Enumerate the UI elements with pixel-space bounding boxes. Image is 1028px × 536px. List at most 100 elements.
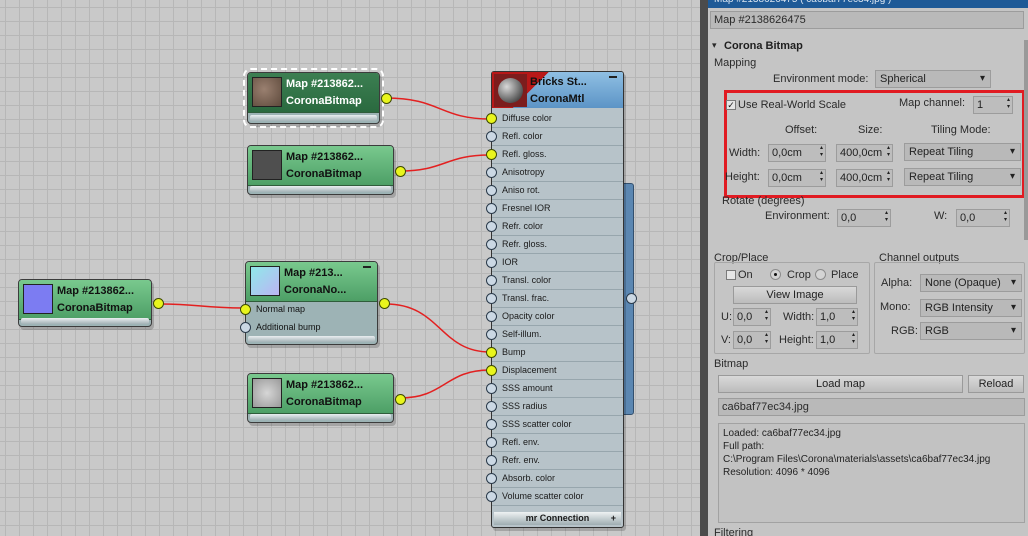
map-channel-label: Map channel:	[899, 97, 966, 109]
material-slot-socket[interactable]	[486, 383, 497, 394]
node-title: Map #213862...	[286, 78, 364, 90]
material-slot-socket[interactable]	[486, 239, 497, 250]
material-slot-row[interactable]: IOR	[486, 254, 623, 272]
height-size-spinner[interactable]: 400,0cm	[836, 169, 893, 187]
bitmap-node-diffuse[interactable]: Map #213862... CoronaBitmap	[243, 68, 392, 128]
input-socket-additional-bump[interactable]	[240, 322, 251, 333]
material-slot-socket[interactable]	[486, 149, 497, 160]
material-slot-row[interactable]: Refr. color	[486, 218, 623, 236]
material-slot-row[interactable]: Volume scatter color	[486, 488, 623, 506]
material-slot-row[interactable]: Transl. color	[486, 272, 623, 290]
material-slot-row[interactable]: Fresnel IOR	[486, 200, 623, 218]
mono-dropdown[interactable]: RGB Intensity	[920, 299, 1022, 317]
map-name-field[interactable]: Map #2138626475	[710, 11, 1024, 29]
output-socket[interactable]	[381, 93, 392, 104]
material-slot-socket[interactable]	[486, 437, 497, 448]
panel-divider[interactable]	[700, 0, 708, 536]
crop-height-spinner[interactable]: 1,0	[816, 331, 858, 349]
material-slot-row[interactable]: Bump	[486, 344, 623, 362]
bitmap-node-gloss[interactable]: Map #213862... CoronaBitmap	[247, 145, 406, 195]
material-slot-row[interactable]: Refl. gloss.	[486, 146, 623, 164]
material-slot-row[interactable]: Refr. gloss.	[486, 236, 623, 254]
rollout-title[interactable]: Corona Bitmap	[724, 40, 803, 52]
material-slot-socket[interactable]	[486, 347, 497, 358]
material-slot-socket[interactable]	[486, 131, 497, 142]
material-slot-row[interactable]: Refl. color	[486, 128, 623, 146]
corona-normal-node[interactable]: Map #213... CoronaNo... Normal map Addit…	[240, 261, 390, 345]
material-slot-row[interactable]: Transl. frac.	[486, 290, 623, 308]
height-offset-spinner[interactable]: 0,0cm	[768, 169, 826, 187]
material-slot-row[interactable]: Anisotropy	[486, 164, 623, 182]
environment-mode-dropdown[interactable]: Spherical	[875, 70, 991, 88]
material-slot-row[interactable]: SSS scatter color	[486, 416, 623, 434]
material-slot-socket[interactable]	[486, 257, 497, 268]
rollout-toggle-icon[interactable]: ▾	[712, 40, 717, 51]
expand-plus-icon[interactable]: +	[611, 512, 616, 525]
v-spinner[interactable]: 0,0	[733, 331, 771, 349]
output-socket[interactable]	[379, 298, 390, 309]
material-slot-row[interactable]: SSS amount	[486, 380, 623, 398]
output-socket[interactable]	[153, 298, 164, 309]
alpha-dropdown[interactable]: None (Opaque)	[920, 274, 1022, 292]
material-slot-socket[interactable]	[486, 419, 497, 430]
u-spinner[interactable]: 0,0	[733, 308, 771, 326]
reload-button[interactable]: Reload	[968, 375, 1024, 393]
material-slot-socket[interactable]	[486, 275, 497, 286]
width-offset-spinner[interactable]: 0,0cm	[768, 144, 826, 162]
material-slot-socket[interactable]	[486, 365, 497, 376]
material-slot-socket[interactable]	[486, 329, 497, 340]
output-socket[interactable]	[395, 394, 406, 405]
rgb-dropdown[interactable]: RGB	[920, 322, 1022, 340]
material-slot-socket[interactable]	[486, 113, 497, 124]
material-slot-row[interactable]: Opacity color	[486, 308, 623, 326]
bitmap-node-normal-source[interactable]: Map #213862... CoronaBitmap	[18, 279, 164, 327]
node-editor-canvas[interactable]: Map #213862... CoronaBitmap Map #213862.…	[0, 0, 700, 536]
material-slot-label: Refr. gloss.	[502, 239, 548, 249]
corona-material-node[interactable]: Bricks St... CoronaMtl Diffuse color Refl…	[486, 71, 624, 528]
bitmap-filename-field[interactable]: ca6baf77ec34.jpg	[718, 398, 1025, 416]
panel-scrollbar[interactable]	[1024, 40, 1028, 240]
material-slot-socket[interactable]	[486, 491, 497, 502]
crop-radio[interactable]	[770, 269, 781, 280]
material-slot-socket[interactable]	[486, 185, 497, 196]
width-tiling-dropdown[interactable]: Repeat Tiling	[904, 143, 1021, 161]
material-slot-label: Transl. color	[502, 275, 552, 285]
material-slot-row[interactable]: Displacement	[486, 362, 623, 380]
material-slot-row[interactable]: Self-illum.	[486, 326, 623, 344]
material-slot-row[interactable]: Absorb. color	[486, 470, 623, 488]
collapse-icon[interactable]	[363, 266, 371, 268]
material-slot-socket[interactable]	[486, 203, 497, 214]
input-socket-normal-map[interactable]	[240, 304, 251, 315]
environment-mode-label: Environment mode:	[773, 73, 869, 85]
material-slot-row[interactable]: Aniso rot.	[486, 182, 623, 200]
material-slot-row[interactable]: SSS radius	[486, 398, 623, 416]
environment-rotate-spinner[interactable]: 0,0	[837, 209, 891, 227]
material-slot-socket[interactable]	[486, 311, 497, 322]
height-tiling-dropdown[interactable]: Repeat Tiling	[904, 168, 1021, 186]
material-slot-socket[interactable]	[486, 221, 497, 232]
mr-connection[interactable]: mr Connection +	[494, 512, 621, 525]
output-socket[interactable]	[395, 166, 406, 177]
material-slot-socket[interactable]	[486, 473, 497, 484]
crop-on-checkbox[interactable]	[726, 270, 736, 280]
material-slot-row[interactable]: Diffuse color	[486, 110, 623, 128]
material-output-socket[interactable]	[626, 293, 637, 304]
crop-width-spinner[interactable]: 1,0	[816, 308, 858, 326]
material-slot-row[interactable]: Refr. env.	[486, 452, 623, 470]
bitmap-node-displacement[interactable]: Map #213862... CoronaBitmap	[247, 373, 406, 423]
collapse-icon[interactable]	[609, 76, 617, 78]
view-image-button[interactable]: View Image	[733, 286, 857, 304]
material-slot-socket[interactable]	[486, 455, 497, 466]
v-label: V:	[721, 334, 731, 346]
material-slot-socket[interactable]	[486, 293, 497, 304]
load-map-button[interactable]: Load map	[718, 375, 963, 393]
map-channel-spinner[interactable]: 1	[973, 96, 1013, 114]
place-radio[interactable]	[815, 269, 826, 280]
width-size-spinner[interactable]: 400,0cm	[836, 144, 893, 162]
material-slot-socket[interactable]	[486, 167, 497, 178]
use-rws-checkbox[interactable]: ✓	[726, 100, 736, 110]
material-slot-socket[interactable]	[486, 401, 497, 412]
material-slot-label: Bump	[502, 347, 526, 357]
material-slot-row[interactable]: Refl. env.	[486, 434, 623, 452]
w-rotate-spinner[interactable]: 0,0	[956, 209, 1010, 227]
